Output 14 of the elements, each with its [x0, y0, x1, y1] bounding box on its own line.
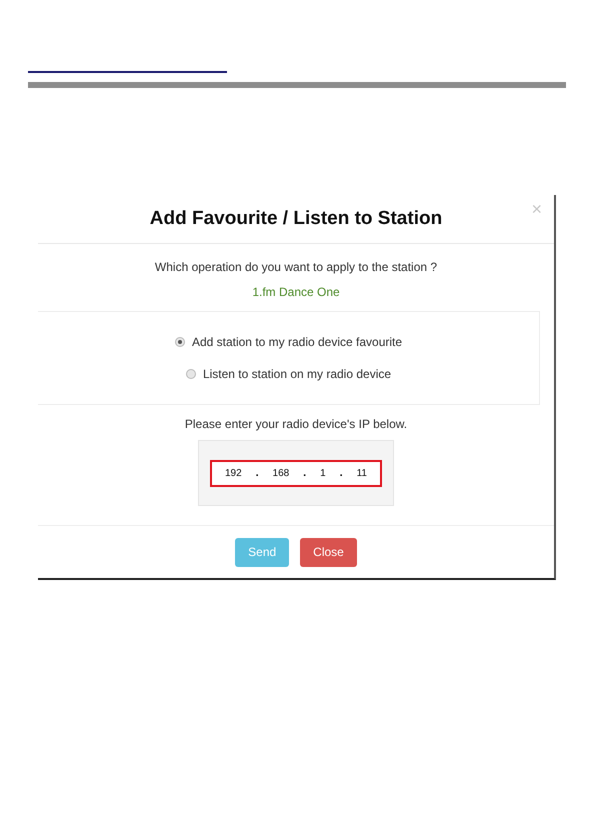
ip-octet-field[interactable]: 192 [224, 468, 242, 478]
ip-separator: . [256, 467, 259, 479]
station-name: 1.fm Dance One [252, 285, 340, 299]
ip-separator: . [303, 467, 306, 479]
ip-separator: . [340, 467, 343, 479]
ip-octet-field[interactable]: 168 [272, 468, 290, 478]
ip-octet-field[interactable]: 1 [320, 468, 326, 478]
radio-option[interactable]: Add station to my radio device favourite [174, 335, 402, 349]
close-button[interactable]: Close [300, 538, 357, 566]
ip-octet-field[interactable]: 11 [356, 468, 367, 478]
dialog-title: Add Favourite / Listen to Station [150, 208, 442, 230]
radio-option[interactable]: Listen to station on my radio device [186, 367, 392, 381]
question-text: Which operation do you want to apply to the station ? [154, 260, 438, 274]
ip-prompt: Please enter your radio device's IP below. [184, 417, 408, 431]
